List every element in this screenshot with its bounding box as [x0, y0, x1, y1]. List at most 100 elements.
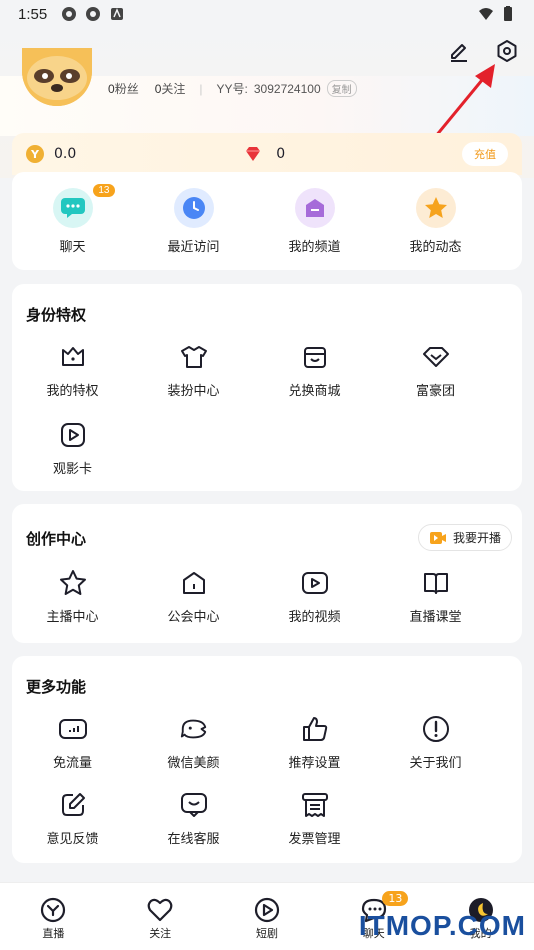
- nav-label: 直播: [42, 928, 65, 940]
- more-functions-card: 更多功能 免流量 微信美颜 推荐设置 关于我们 意见反馈 在线客服 发票管理: [12, 656, 522, 863]
- data-icon: [58, 714, 88, 744]
- status-system-icons: [478, 6, 516, 22]
- battery-icon: [504, 6, 512, 21]
- fans-label: 粉丝: [114, 82, 139, 96]
- menu-item-label: 在线客服: [167, 831, 220, 846]
- menu-item-dressup-center[interactable]: 装扮中心: [133, 342, 254, 420]
- coin-balance[interactable]: 0.0: [54, 146, 76, 162]
- menu-item-label: 兑换商城: [288, 383, 341, 398]
- video-icon: [300, 568, 330, 598]
- recharge-button[interactable]: 充值: [462, 142, 508, 166]
- settings-button[interactable]: [494, 38, 520, 64]
- menu-item-label: 直播课堂: [409, 609, 462, 624]
- menu-item-my-privileges[interactable]: 我的特权: [12, 342, 133, 420]
- clock-time: 1:55: [18, 5, 48, 23]
- follow-stat[interactable]: 0关注: [155, 80, 186, 97]
- quick-action-channel[interactable]: 我的频道: [254, 188, 375, 255]
- yy-label: YY号:: [216, 82, 248, 96]
- fans-stat[interactable]: 0粉丝: [108, 80, 139, 97]
- menu-item-label: 富豪团: [415, 383, 455, 398]
- quick-action-recent[interactable]: 最近访问: [133, 188, 254, 255]
- menu-item-free-data[interactable]: 免流量: [12, 714, 133, 790]
- crown-icon: [58, 342, 88, 372]
- top-actions: [446, 38, 520, 64]
- house-icon: [179, 568, 209, 598]
- identity-privileges-card: 身份特权 我的特权 装扮中心 兑换商城 富豪团 观影卡: [12, 284, 522, 491]
- menu-item-label: 发票管理: [288, 831, 341, 846]
- follow-label: 关注: [161, 82, 186, 96]
- section-title: 身份特权: [26, 307, 87, 324]
- gear-icon: [497, 40, 517, 62]
- menu-item-exchange-store[interactable]: 兑换商城: [254, 342, 375, 420]
- menu-item-live-classroom[interactable]: 直播课堂: [375, 568, 496, 625]
- live-icon: [41, 897, 66, 923]
- menu-item-label: 我的特权: [46, 383, 99, 398]
- menu-item-label: 意见反馈: [46, 831, 99, 846]
- go-live-button[interactable]: 我要开播: [417, 524, 512, 551]
- quick-action-label: 我的动态: [409, 239, 462, 254]
- menu-item-label: 观影卡: [52, 461, 92, 476]
- status-notification-icons: [61, 6, 125, 22]
- menu-item-movie-card[interactable]: 观影卡: [12, 420, 133, 498]
- quick-action-label: 聊天: [59, 239, 86, 254]
- profile-stats: 0粉丝 0关注 | YY号: 3092724100 复制: [108, 80, 357, 97]
- menu-item-anchor-center[interactable]: 主播中心: [12, 568, 133, 625]
- notification-icon: [62, 7, 77, 21]
- quick-actions-card: 13 聊天 最近访问 我的频道 我的动态: [12, 172, 522, 270]
- menu-item-online-service[interactable]: 在线客服: [133, 790, 254, 866]
- menu-item-label: 关于我们: [409, 755, 462, 770]
- menu-item-about-us[interactable]: 关于我们: [375, 714, 496, 790]
- channel-icon: [294, 188, 335, 228]
- menu-item-label: 微信美颜: [167, 755, 220, 770]
- quick-action-label: 最近访问: [167, 239, 220, 254]
- status-bar: 1:55: [0, 0, 534, 28]
- menu-item-label: 主播中心: [46, 609, 99, 624]
- menu-item-label: 免流量: [52, 755, 92, 770]
- notification-icon: [86, 7, 101, 21]
- menu-item-wechat-beauty[interactable]: 微信美颜: [133, 714, 254, 790]
- section-title: 更多功能: [26, 679, 87, 696]
- info-icon: [421, 714, 451, 744]
- quick-action-label: 我的频道: [288, 239, 341, 254]
- chat-icon: 13: [52, 184, 115, 228]
- nav-tab-short-drama[interactable]: 短剧: [214, 883, 321, 950]
- menu-item-recommend-settings[interactable]: 推荐设置: [254, 714, 375, 790]
- menu-item-feedback[interactable]: 意见反馈: [12, 790, 133, 866]
- copy-button[interactable]: 复制: [326, 80, 357, 97]
- menu-item-label: 装扮中心: [167, 383, 220, 398]
- diamond-balance[interactable]: 0: [276, 146, 285, 162]
- quick-action-chat[interactable]: 13 聊天: [12, 184, 133, 255]
- menu-item-rich-club[interactable]: 富豪团: [375, 342, 496, 420]
- heart-icon: [147, 898, 173, 922]
- quick-action-moments[interactable]: 我的动态: [375, 188, 496, 255]
- menu-item-guild-center[interactable]: 公会中心: [133, 568, 254, 625]
- beauty-icon: [179, 714, 209, 744]
- menu-item-label: 公会中心: [167, 609, 220, 624]
- chat-nav-badge: 13: [382, 891, 409, 906]
- wifi-icon: [479, 8, 493, 20]
- yy-id: 3092724100: [253, 81, 321, 96]
- pencil-icon: [451, 44, 467, 62]
- feedback-icon: [58, 790, 88, 820]
- section-title: 创作中心: [26, 531, 87, 548]
- menu-item-invoice-management[interactable]: 发票管理: [254, 790, 375, 866]
- menu-item-my-videos[interactable]: 我的视频: [254, 568, 375, 625]
- store-icon: [300, 342, 330, 372]
- wallet-bar: Y 0.0 0 充值: [12, 133, 522, 175]
- edit-profile-button[interactable]: [446, 38, 472, 64]
- nav-tab-follow[interactable]: 关注: [107, 883, 214, 950]
- nav-label: 关注: [149, 928, 172, 940]
- play-icon: [254, 897, 280, 923]
- play-card-icon: [58, 420, 88, 450]
- menu-item-label: 推荐设置: [288, 755, 341, 770]
- invoice-icon: [300, 790, 330, 820]
- chat-badge: 13: [93, 184, 115, 197]
- go-live-label: 我要开播: [452, 531, 501, 545]
- diamond-icon: [246, 147, 261, 161]
- clock-icon: [173, 188, 214, 228]
- shirt-icon: [179, 342, 209, 372]
- diamond-icon: [421, 342, 451, 372]
- nav-tab-live[interactable]: 直播: [0, 883, 107, 950]
- creator-center-card: 创作中心 我要开播 主播中心 公会中心 我的视频 直播课堂: [12, 504, 522, 643]
- star-outline-icon: [58, 568, 88, 598]
